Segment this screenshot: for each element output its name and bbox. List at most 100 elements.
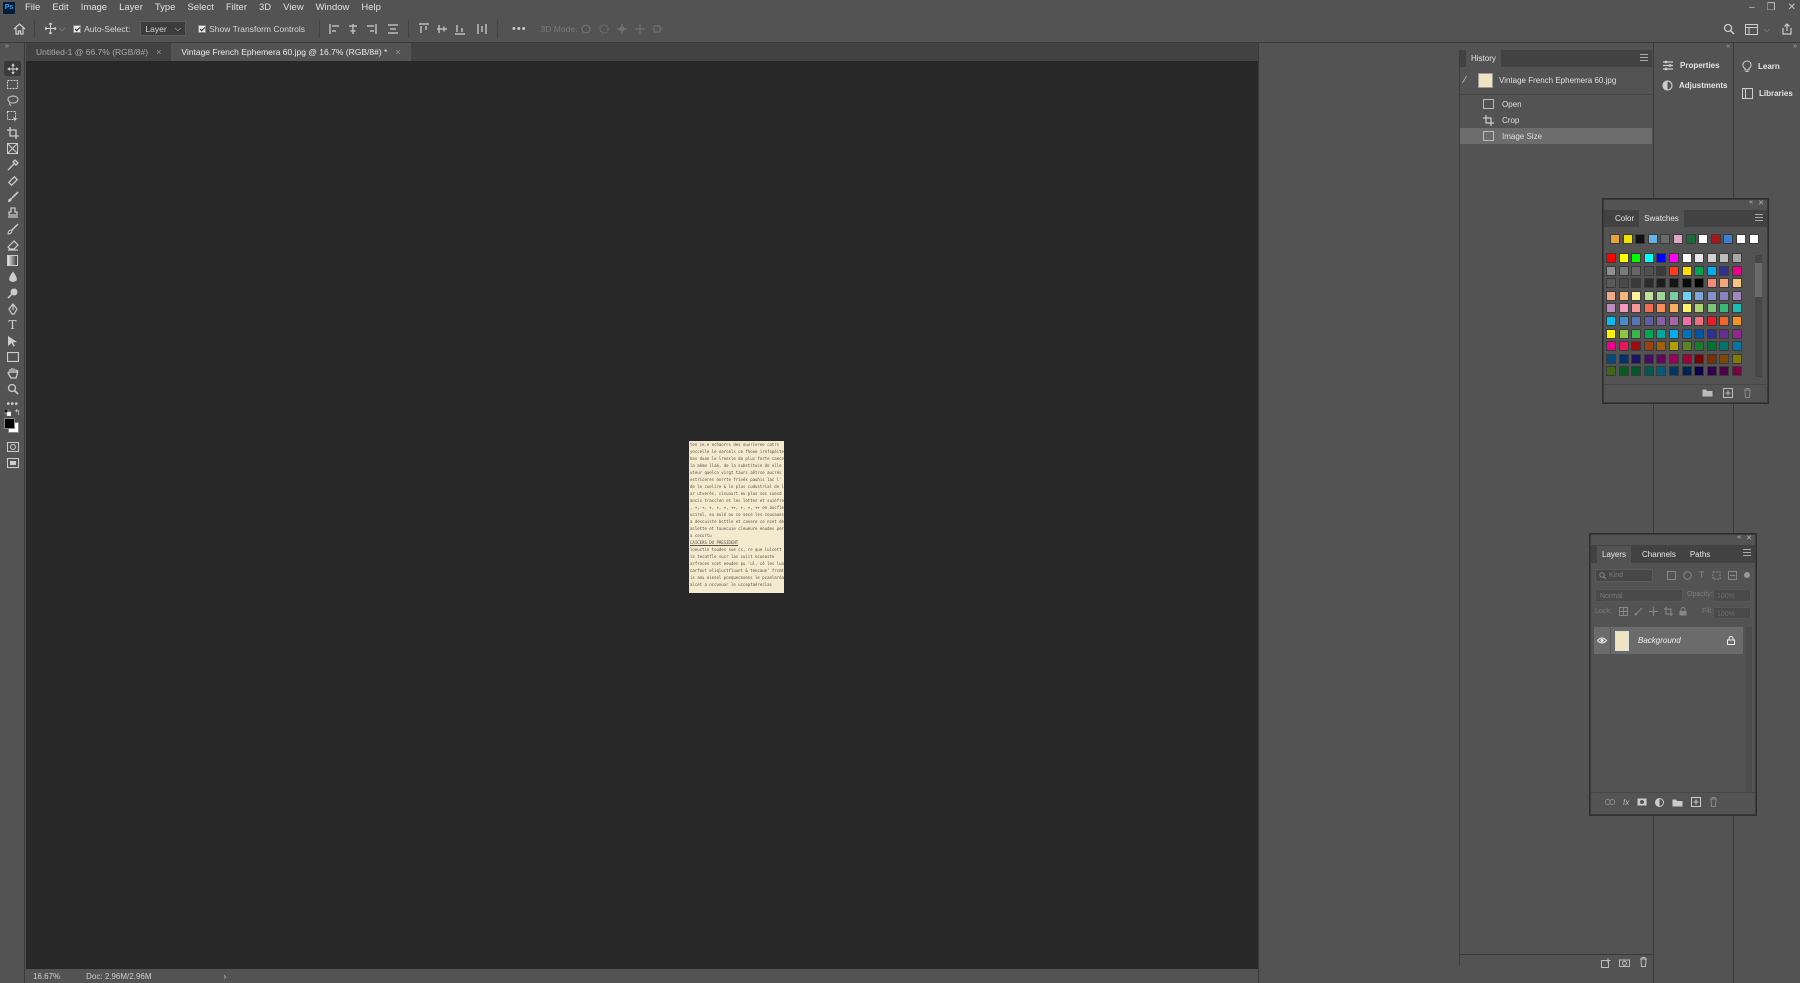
color-swatch[interactable] [1631,290,1642,301]
color-swatch[interactable] [1631,253,1642,263]
color-swatch[interactable] [1618,265,1629,276]
color-swatch[interactable] [1643,353,1654,364]
color-swatch[interactable] [1669,265,1679,276]
eyedropper-tool-icon[interactable] [4,157,21,172]
blur-tool-icon[interactable] [4,269,21,284]
color-swatch[interactable] [1732,366,1742,377]
color-swatch[interactable] [1618,328,1629,339]
color-swatch[interactable] [1631,265,1642,276]
color-swatch[interactable] [1618,366,1629,377]
close-panel-icon[interactable]: ✕ [1758,199,1764,207]
lock-image-pixels-icon[interactable] [1634,607,1643,616]
color-swatch[interactable] [1643,303,1654,314]
align-horizontal-centers-icon[interactable] [344,20,362,38]
trash-icon[interactable] [1743,388,1752,398]
collapse-chevron-icon[interactable]: « [1726,43,1730,50]
eye-icon[interactable] [1594,637,1610,644]
menu-help[interactable]: Help [355,2,387,13]
swatches-scrollbar[interactable] [1755,255,1762,377]
workspace-icon[interactable] [1742,20,1760,38]
close-panel-icon[interactable]: ✕ [1746,534,1752,542]
color-swatch[interactable] [1681,328,1692,339]
recent-swatch[interactable] [1736,234,1746,244]
color-swatch[interactable] [1719,366,1730,377]
color-swatch[interactable] [1732,316,1742,326]
tab-history[interactable]: History [1466,50,1501,67]
color-swatch[interactable] [1694,278,1705,289]
collapse-chevron-icon[interactable]: » [1793,43,1797,50]
color-swatch[interactable] [1606,316,1616,326]
eraser-tool-icon[interactable] [4,237,21,252]
menu-window[interactable]: Window [310,2,356,13]
chevron-down-icon[interactable]: ⌵ [59,24,65,34]
status-menu-arrow[interactable]: › [224,972,227,981]
tab-vintage-french-ephemera[interactable]: Vintage French Ephemera 60.jpg @ 16.7% (… [171,43,411,61]
fill-input[interactable]: 100% [1713,607,1751,619]
pixel-filter-icon[interactable] [1667,571,1676,580]
color-swatch[interactable] [1618,278,1629,289]
search-icon[interactable] [1720,20,1738,38]
color-swatch[interactable] [1656,328,1667,339]
color-swatch[interactable] [1618,316,1629,326]
color-swatch[interactable] [1606,303,1616,314]
hand-tool-icon[interactable] [4,365,21,380]
smart-object-filter-icon[interactable] [1727,571,1737,580]
color-swatch[interactable] [1732,278,1742,289]
color-swatch[interactable] [1732,353,1742,364]
add-mask-icon[interactable] [1637,798,1647,806]
collapse-panel-icon[interactable]: « [1737,534,1741,541]
color-swatch[interactable] [1706,328,1717,339]
color-swatch[interactable] [1606,290,1616,301]
color-swatch[interactable] [1669,353,1679,364]
lock-transparent-pixels-icon[interactable] [1619,607,1628,616]
zoom-tool-icon[interactable] [4,381,21,396]
color-swatch[interactable] [1669,366,1679,377]
recent-swatch[interactable] [1685,234,1696,244]
object-selection-tool-icon[interactable] [4,109,21,124]
scrollbar-thumb[interactable] [1755,263,1762,297]
frame-tool-icon[interactable] [4,141,21,156]
foreground-color-swatch[interactable] [4,418,15,429]
swap-colors-icon[interactable]: ↰ [14,408,21,417]
layers-scrollbar[interactable] [1746,627,1752,792]
color-swatch[interactable] [1643,328,1654,339]
home-icon[interactable] [10,20,28,38]
color-swatch[interactable] [1681,265,1692,276]
color-swatch[interactable] [1643,366,1654,377]
color-swatch[interactable] [1656,353,1667,364]
color-swatch[interactable] [1618,341,1629,352]
color-swatch[interactable] [1694,341,1705,352]
color-swatch[interactable] [1631,303,1642,314]
recent-swatch[interactable] [1622,234,1633,244]
color-swatch[interactable] [1656,253,1667,263]
layer-filter-kind-dropdown[interactable]: Kind [1595,569,1653,582]
color-swatch[interactable] [1669,278,1679,289]
minimize-button[interactable]: – [1749,2,1755,13]
color-swatch[interactable] [1719,278,1730,289]
menu-select[interactable]: Select [181,2,219,13]
shape-filter-icon[interactable] [1712,571,1721,580]
menu-view[interactable]: View [277,2,309,13]
opacity-input[interactable]: 100% [1713,589,1751,602]
recent-swatch[interactable] [1723,234,1734,244]
color-swatch[interactable] [1706,303,1717,314]
canvas-area[interactable] [26,61,1258,969]
clone-stamp-tool-icon[interactable] [4,205,21,220]
menu-filter[interactable]: Filter [220,2,253,13]
history-brush-source-icon[interactable]: ⁄ [1464,75,1466,86]
auto-select-target-dropdown[interactable]: Layer ⌵ [140,21,187,36]
color-swatch[interactable] [1631,353,1642,364]
move-tool-preset-icon[interactable] [41,20,59,38]
new-swatch-icon[interactable] [1723,388,1733,398]
lock-artboard-icon[interactable] [1664,607,1673,616]
color-swatch[interactable] [1669,253,1679,263]
color-swatch[interactable] [1643,278,1654,289]
lock-position-icon[interactable] [1649,607,1658,616]
color-swatch[interactable] [1706,265,1717,276]
recent-swatch[interactable] [1698,234,1709,244]
healing-brush-tool-icon[interactable] [4,173,21,188]
history-brush-tool-icon[interactable] [4,221,21,236]
color-swatch[interactable] [1656,341,1667,352]
adjustment-filter-icon[interactable] [1683,571,1692,580]
chevron-down-icon[interactable]: ⌵ [1764,25,1770,35]
